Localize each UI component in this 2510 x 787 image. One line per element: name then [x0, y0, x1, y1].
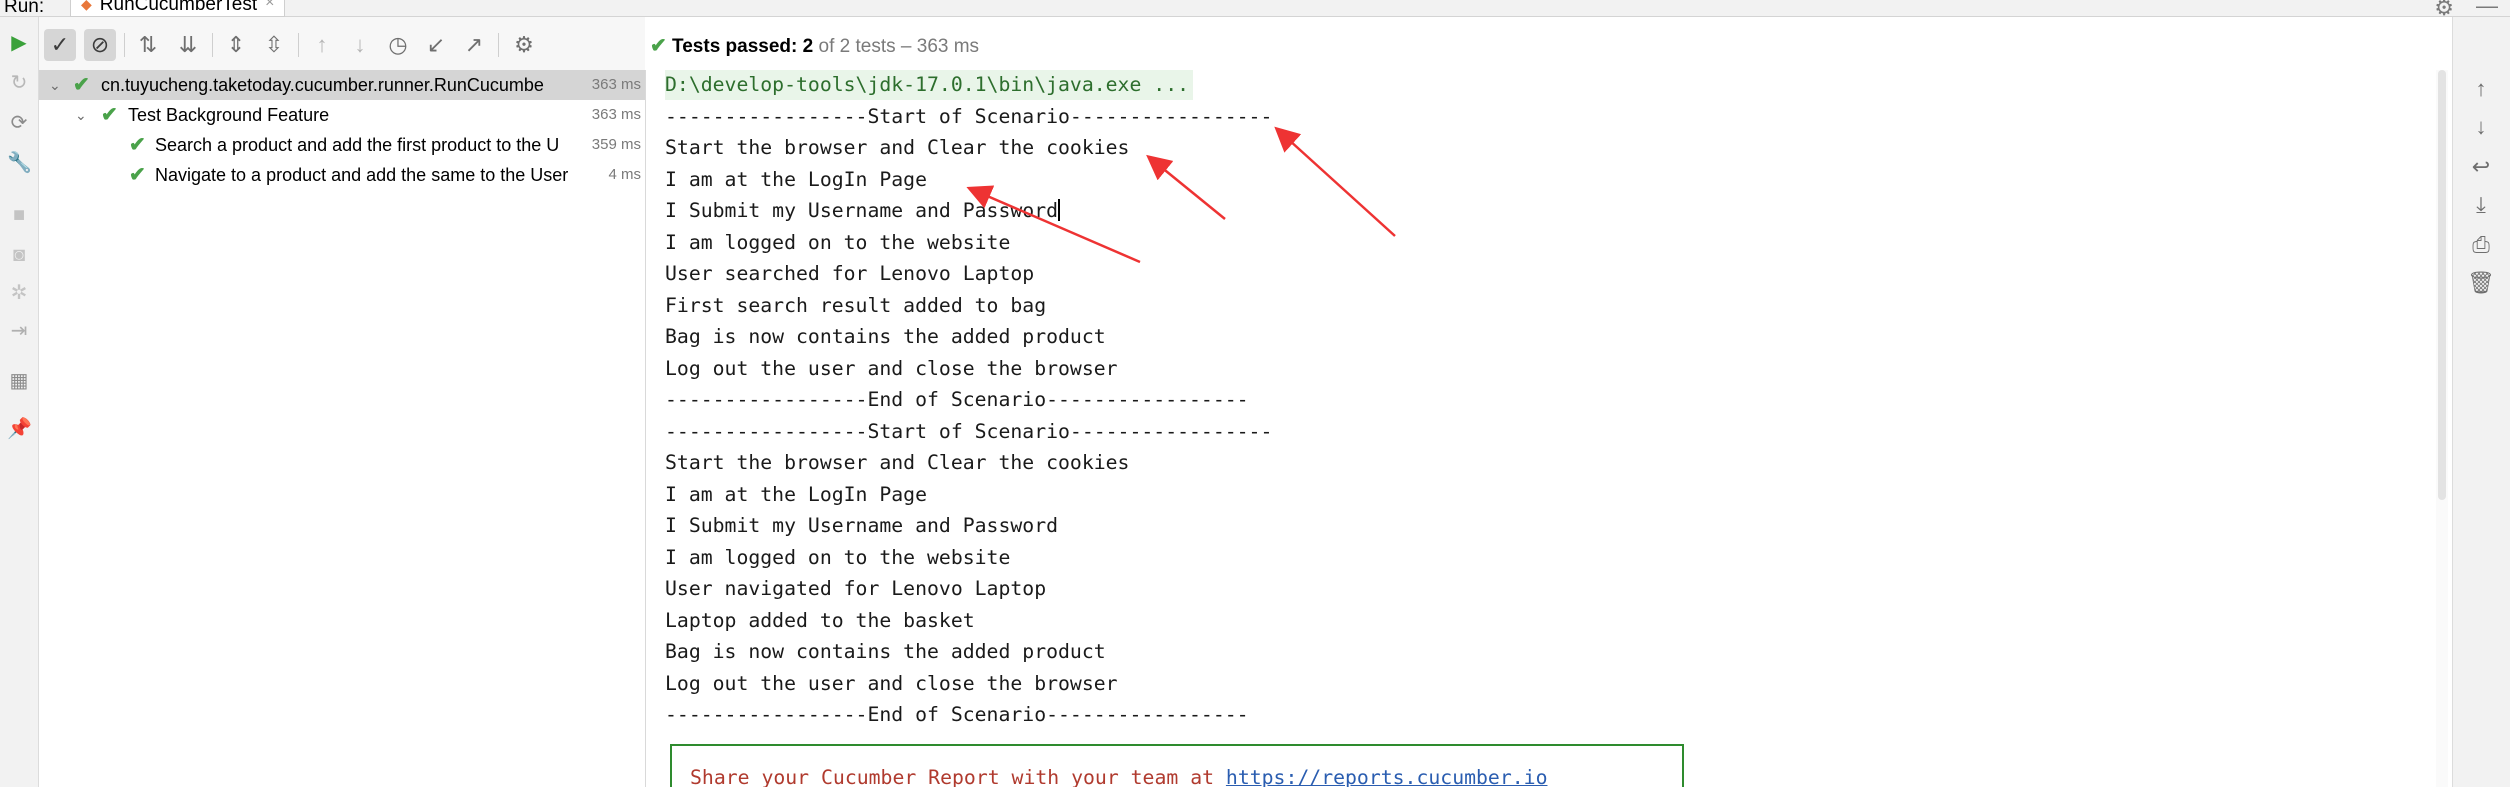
- wrench-icon[interactable]: 🔧: [7, 151, 32, 175]
- tree-row-feature[interactable]: ⌄ ✔ Test Background Feature 363 ms: [39, 100, 645, 130]
- passed-icon: ✔: [73, 74, 90, 96]
- debug-icon[interactable]: ✲: [7, 281, 31, 305]
- toolbar-separator: [212, 33, 213, 57]
- tree-test-name: Navigate to a product and add the same t…: [155, 165, 569, 185]
- run-tool-window-header: Run: ◆ RunCucumberTest × ⚙ —: [0, 0, 2510, 20]
- layout-icon[interactable]: ▦: [7, 369, 31, 393]
- sort-duration-icon[interactable]: ⇊: [172, 29, 204, 61]
- check-icon: ✔: [650, 35, 667, 57]
- status-passed-count: 2: [802, 36, 814, 57]
- history-icon[interactable]: ◷: [382, 29, 414, 61]
- console-line: Bag is now contains the added product: [665, 640, 1106, 663]
- tree-test-duration: 359 ms: [591, 136, 641, 153]
- print-icon[interactable]: ⎙: [2467, 231, 2495, 259]
- left-run-toolbar: ▶ ↻ ⟳ 🔧 ■ ◙ ✲ ⇥ ▦ 📌: [0, 17, 39, 787]
- tree-test-name: Search a product and add the first produ…: [155, 135, 560, 155]
- tree-root-duration: 363 ms: [591, 76, 641, 93]
- tree-feature-duration: 363 ms: [591, 106, 641, 123]
- arrow-up-icon[interactable]: ↑: [2467, 75, 2495, 103]
- toggle-auto-test-icon[interactable]: ⟳: [7, 111, 31, 135]
- passed-icon: ✔: [101, 104, 118, 126]
- prev-failed-icon[interactable]: ↑: [306, 29, 338, 61]
- show-passed-icon[interactable]: ✓: [44, 29, 76, 61]
- console-line: Log out the user and close the browser: [665, 356, 1118, 380]
- export-tests-icon[interactable]: ↗: [458, 29, 490, 61]
- tree-root-name: cn.tuyucheng.taketoday.cucumber.runner.R…: [101, 75, 544, 95]
- console-line: I am logged on to the website: [665, 230, 1011, 254]
- run-config-icon: ◆: [81, 0, 92, 12]
- status-total: of 2 tests: [818, 36, 896, 57]
- console-line: -----------------Start of Scenario------…: [665, 104, 1273, 128]
- next-failed-icon[interactable]: ↓: [344, 29, 376, 61]
- text-caret: [1058, 199, 1061, 221]
- console-line-text: I Submit my Username and Password: [665, 199, 1059, 222]
- rerun-failed-icon[interactable]: ↻: [7, 71, 31, 95]
- console-line: I Submit my Username and Password: [665, 514, 1059, 537]
- soft-wrap-icon[interactable]: ↩: [2467, 153, 2495, 181]
- chevron-down-icon[interactable]: ⌄: [75, 100, 87, 130]
- console-line: I am logged on to the website: [665, 545, 1011, 569]
- console-line: Laptop added to the basket: [665, 608, 975, 632]
- console-command-line: D:\develop-tools\jdk-17.0.1\bin\java.exe…: [665, 70, 1194, 100]
- tree-row-test[interactable]: ✔ Navigate to a product and add the same…: [39, 160, 645, 190]
- console-line: Bag is now contains the added product: [665, 325, 1106, 348]
- console-line: -----------------End of Scenario--------…: [665, 703, 1249, 726]
- trash-icon[interactable]: 🗑: [2467, 269, 2495, 297]
- tree-row-root[interactable]: ⌄ ✔ cn.tuyucheng.taketoday.cucumber.runn…: [39, 70, 645, 100]
- chevron-down-icon[interactable]: ⌄: [49, 70, 61, 100]
- pin-icon[interactable]: 📌: [7, 417, 32, 441]
- share-report-box: Share your Cucumber Report with your tea…: [670, 744, 1684, 787]
- console-line: -----------------Start of Scenario------…: [665, 419, 1273, 443]
- toolbar-separator: [498, 33, 499, 57]
- console-output[interactable]: D:\develop-tools\jdk-17.0.1\bin\java.exe…: [648, 70, 2440, 787]
- import-tests-icon[interactable]: ↙: [420, 29, 452, 61]
- console-line: I am at the LogIn Page: [665, 167, 928, 191]
- scroll-to-end-icon[interactable]: ⤓: [2467, 191, 2495, 219]
- passed-icon: ✔: [129, 164, 146, 186]
- test-status: ✔ Tests passed: 2 of 2 tests – 363 ms: [650, 28, 979, 64]
- console-line: Start the browser and Clear the cookies: [665, 136, 1130, 159]
- share-report-message: Share your Cucumber Report with your tea…: [690, 766, 1226, 787]
- run-tab[interactable]: ◆ RunCucumberTest ×: [70, 0, 286, 17]
- sort-alpha-icon[interactable]: ⇅: [132, 29, 164, 61]
- console-line: Log out the user and close the browser: [665, 671, 1118, 695]
- console-line: First search result added to bag: [665, 293, 1047, 317]
- console-line-with-caret: I Submit my Username and Password: [665, 196, 1061, 226]
- run-label: Run:: [4, 0, 45, 17]
- share-report-text: Share your Cucumber Report with your tea…: [690, 766, 1547, 787]
- close-icon[interactable]: ×: [265, 0, 274, 11]
- passed-icon: ✔: [129, 134, 146, 156]
- status-label: Tests passed:: [672, 36, 798, 57]
- arrow-down-icon[interactable]: ↓: [2467, 113, 2495, 141]
- console-line: -----------------End of Scenario--------…: [665, 388, 1249, 411]
- camera-icon[interactable]: ◙: [7, 243, 31, 267]
- stop-icon[interactable]: ■: [7, 203, 31, 227]
- status-duration: 363 ms: [916, 36, 980, 57]
- settings-icon[interactable]: ⚙: [508, 29, 540, 61]
- console-line: I am at the LogIn Page: [665, 482, 928, 506]
- tree-feature-name: Test Background Feature: [128, 105, 330, 125]
- test-tree: ⌄ ✔ cn.tuyucheng.taketoday.cucumber.runn…: [39, 70, 646, 787]
- right-side-stripe: [2494, 650, 2508, 787]
- status-separator: –: [900, 36, 912, 57]
- show-ignored-icon[interactable]: ⊘: [84, 29, 116, 61]
- expand-all-icon[interactable]: ⇕: [220, 29, 252, 61]
- console-line: User navigated for Lenovo Laptop: [665, 577, 1047, 600]
- toolbar-separator: [298, 33, 299, 57]
- console-scrollbar-thumb[interactable]: [2438, 70, 2446, 500]
- rerun-icon[interactable]: ▶: [7, 31, 31, 55]
- exit-icon[interactable]: ⇥: [7, 319, 31, 343]
- toolbar-separator: [124, 33, 125, 57]
- collapse-all-icon[interactable]: ⇳: [258, 29, 290, 61]
- run-tab-label: RunCucumberTest: [99, 0, 258, 15]
- share-report-link[interactable]: https://reports.cucumber.io: [1226, 766, 1548, 787]
- console-line: User searched for Lenovo Laptop: [665, 262, 1035, 285]
- tree-test-duration: 4 ms: [608, 166, 641, 183]
- console-line: Start the browser and Clear the cookies: [665, 451, 1130, 474]
- test-tree-toolbar: ✓ ⊘ ⇅ ⇊ ⇕ ⇳ ↑ ↓ ◷ ↙ ↗ ⚙: [39, 17, 645, 73]
- tree-row-test[interactable]: ✔ Search a product and add the first pro…: [39, 130, 645, 160]
